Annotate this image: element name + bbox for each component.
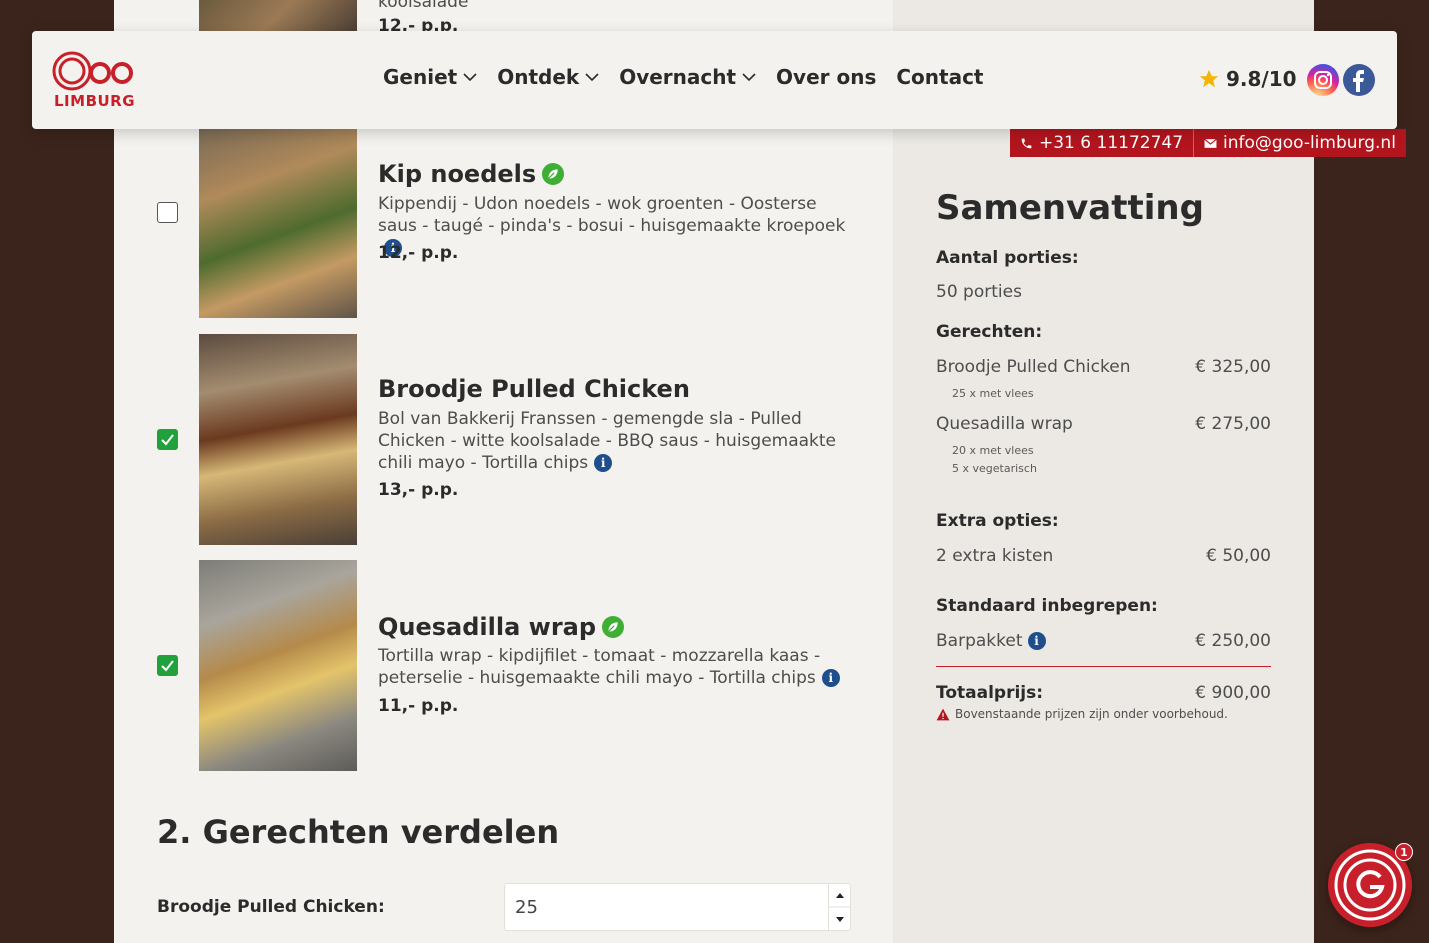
info-icon[interactable]: i bbox=[821, 669, 840, 687]
contact-bar: +31 6 11172747 info@goo-limburg.nl bbox=[1010, 129, 1406, 157]
dish-price-quesadilla-wrap: 11,- p.p. bbox=[378, 696, 459, 716]
summary-dish-name: Quesadilla wrap bbox=[936, 414, 1073, 434]
extra-name: 2 extra kisten bbox=[936, 546, 1054, 566]
dish-image-partial bbox=[199, 0, 357, 31]
quantity-input-broodje-pulled-chicken[interactable]: 25 bbox=[504, 883, 851, 931]
distribute-label: Broodje Pulled Chicken: bbox=[157, 897, 385, 917]
standard-heading: Standaard inbegrepen: bbox=[936, 596, 1158, 616]
chevron-down-icon bbox=[585, 72, 599, 81]
main-nav: Geniet Ontdek Overnacht Over ons Contact bbox=[383, 65, 984, 89]
nav-label: Overnacht bbox=[619, 65, 737, 89]
chevron-down-icon bbox=[742, 72, 756, 81]
site-header: LIMBURG Geniet Ontdek Overnacht Over ons… bbox=[32, 31, 1397, 129]
info-icon[interactable]: i bbox=[1027, 632, 1046, 650]
total-value: € 900,00 bbox=[1195, 683, 1271, 703]
summary-dish-price: € 275,00 bbox=[1195, 414, 1271, 434]
instagram-icon[interactable] bbox=[1307, 64, 1339, 96]
nav-overnacht[interactable]: Overnacht bbox=[619, 65, 756, 89]
price-disclaimer: Bovenstaande prijzen zijn onder voorbeho… bbox=[936, 707, 1228, 721]
summary-dish-name: Broodje Pulled Chicken bbox=[936, 357, 1131, 377]
phone-number: +31 6 11172747 bbox=[1039, 133, 1184, 153]
dish-title-broodje-pulled-chicken: Broodje Pulled Chicken bbox=[378, 375, 690, 403]
summary-dish-sub: 20 x met vlees bbox=[952, 444, 1034, 457]
warning-icon bbox=[936, 708, 950, 720]
dish-title-kip-noedels: Kip noedels bbox=[378, 160, 565, 188]
total-label: Totaalprijs: bbox=[936, 683, 1044, 703]
dish-image-broodje-pulled-chicken bbox=[199, 334, 357, 545]
dish-title-quesadilla-wrap: Quesadilla wrap bbox=[378, 613, 625, 641]
phone-icon bbox=[1021, 138, 1032, 148]
dish-desc-broodje-pulled-chicken: Bol van Bakkerij Franssen - gemengde sla… bbox=[378, 408, 856, 474]
star-icon bbox=[1199, 69, 1219, 88]
portions-heading: Aantal porties: bbox=[936, 248, 1079, 268]
dish-desc-text: Tortilla wrap - kipdijfilet - tomaat - m… bbox=[378, 646, 821, 688]
extra-price: € 50,00 bbox=[1206, 546, 1271, 566]
goo-limburg-logo[interactable]: LIMBURG bbox=[52, 51, 136, 111]
rating[interactable]: 9.8/10 bbox=[1198, 67, 1297, 91]
chevron-down-icon bbox=[463, 72, 477, 81]
dish-price-broodje-pulled-chicken: 13,- p.p. bbox=[378, 480, 459, 500]
dish-desc-quesadilla-wrap: Tortilla wrap - kipdijfilet - tomaat - m… bbox=[378, 645, 856, 689]
dish-title-text: Quesadilla wrap bbox=[378, 613, 597, 641]
dish-desc-text: Kippendij - Udon noedels - wok groenten … bbox=[378, 194, 846, 236]
dish-checkbox-quesadilla-wrap[interactable] bbox=[157, 655, 178, 676]
dish-desc-partial: koolsalade bbox=[378, 0, 469, 12]
dish-checkbox-kip-noedels[interactable] bbox=[157, 202, 178, 223]
nav-contact[interactable]: Contact bbox=[896, 65, 983, 89]
leaf-icon bbox=[602, 616, 625, 638]
summary-dish-sub: 5 x vegetarisch bbox=[952, 462, 1037, 475]
summary-divider bbox=[936, 666, 1271, 667]
quantity-stepper[interactable] bbox=[828, 884, 851, 930]
email-link[interactable]: info@goo-limburg.nl bbox=[1193, 129, 1406, 157]
summary-dish-price: € 325,00 bbox=[1195, 357, 1271, 377]
standard-price: € 250,00 bbox=[1195, 631, 1271, 651]
extra-heading: Extra opties: bbox=[936, 511, 1059, 531]
nav-label: Geniet bbox=[383, 65, 458, 89]
leaf-icon bbox=[542, 163, 565, 185]
check-icon bbox=[161, 660, 174, 672]
email-address: info@goo-limburg.nl bbox=[1223, 133, 1396, 153]
logo-text: LIMBURG bbox=[54, 92, 136, 110]
dish-image-quesadilla-wrap bbox=[199, 560, 357, 771]
dish-image-kip-noedels bbox=[199, 129, 357, 318]
rating-value: 9.8/10 bbox=[1226, 67, 1297, 91]
disclaimer-text: Bovenstaande prijzen zijn onder voorbeho… bbox=[955, 707, 1228, 721]
dishes-heading: Gerechten: bbox=[936, 322, 1043, 342]
dish-checkbox-broodje-pulled-chicken[interactable] bbox=[157, 429, 178, 450]
check-icon bbox=[161, 434, 174, 446]
nav-label: Contact bbox=[896, 65, 984, 89]
standard-name: Barpakket bbox=[936, 631, 1023, 651]
nav-label: Ontdek bbox=[497, 65, 580, 89]
summary-dish-sub: 25 x met vlees bbox=[952, 387, 1034, 400]
dish-title-text: Kip noedels bbox=[378, 160, 537, 188]
info-icon[interactable]: i bbox=[594, 454, 613, 472]
nav-geniet[interactable]: Geniet bbox=[383, 65, 477, 89]
dish-title-text: Broodje Pulled Chicken bbox=[378, 375, 690, 403]
nav-over-ons[interactable]: Over ons bbox=[776, 65, 876, 89]
portions-value: 50 porties bbox=[936, 282, 1022, 302]
nav-ontdek[interactable]: Ontdek bbox=[497, 65, 599, 89]
standard-item: Barpakket i bbox=[936, 631, 1046, 651]
nav-label: Over ons bbox=[776, 65, 877, 89]
chat-notification-badge: 1 bbox=[1395, 843, 1413, 861]
facebook-icon[interactable] bbox=[1343, 64, 1375, 96]
envelope-icon bbox=[1204, 138, 1217, 148]
phone-link[interactable]: +31 6 11172747 bbox=[1010, 129, 1194, 157]
quantity-value: 25 bbox=[515, 897, 538, 918]
section-title-distribute: 2. Gerechten verdelen bbox=[157, 813, 560, 851]
summary-title: Samenvatting bbox=[936, 188, 1204, 228]
dish-price-kip-noedels: 12,- p.p. bbox=[378, 243, 459, 263]
